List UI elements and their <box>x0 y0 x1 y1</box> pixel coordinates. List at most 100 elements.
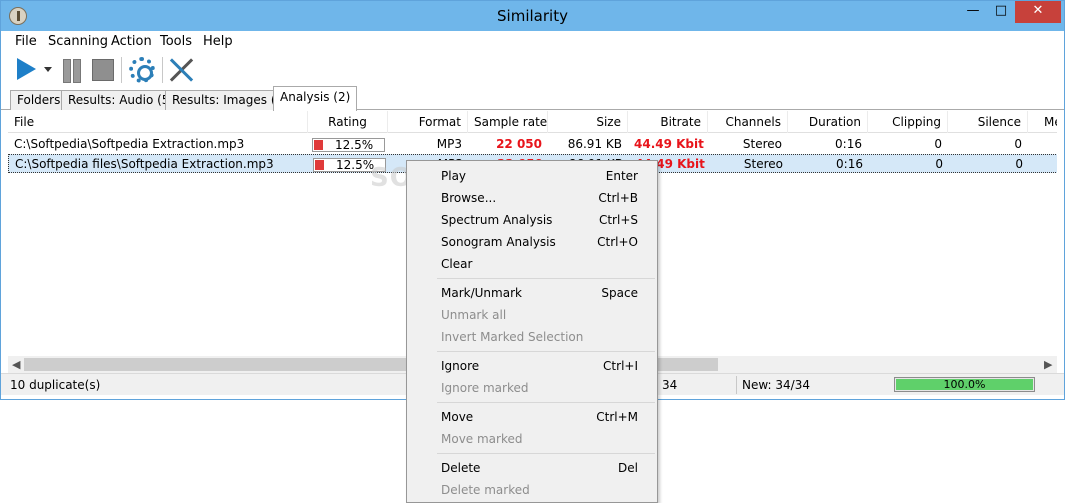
menu-bar: File Scanning Action Tools Help <box>1 31 1064 52</box>
context-menu-item-delete[interactable]: Delete Del <box>409 457 655 479</box>
context-menu-item-ignore-marked: Ignore marked <box>409 377 655 399</box>
column-header-size[interactable]: Size <box>548 111 628 133</box>
minimize-button[interactable]: — <box>959 1 987 23</box>
context-menu-item-play[interactable]: Play Enter <box>409 165 655 187</box>
menu-item-label: Invert Marked Selection <box>441 330 584 344</box>
context-menu-item-sonogram-analysis[interactable]: Sonogram Analysis Ctrl+O <box>409 231 655 253</box>
column-header-bitrate[interactable]: Bitrate <box>628 111 708 133</box>
menu-item-shortcut: Enter <box>605 169 638 183</box>
menu-item-label: Spectrum Analysis <box>441 213 553 227</box>
close-button[interactable]: ✕ <box>1015 1 1061 23</box>
cell-clipping: 0 <box>935 157 943 171</box>
table-header: File Rating Format Sample rate Size Bitr… <box>8 111 1057 133</box>
context-menu-item-unmark-all: Unmark all <box>409 304 655 326</box>
settings-gear-icon[interactable] <box>129 57 155 83</box>
cell-bitrate: 44.49 Kbit <box>634 137 704 151</box>
menu-item-shortcut: Ctrl+O <box>597 235 638 249</box>
rating-fill <box>314 140 323 150</box>
scroll-right-icon[interactable]: ▶ <box>1044 358 1052 371</box>
menu-item-label: Sonogram Analysis <box>441 235 556 249</box>
rating-value: 12.5% <box>336 158 375 172</box>
context-menu-item-mark-unmark[interactable]: Mark/Unmark Space <box>409 282 655 304</box>
menu-item-label: Move <box>441 410 474 424</box>
menu-separator <box>437 402 655 403</box>
menu-item-label: Delete <box>441 461 481 475</box>
column-header-silence[interactable]: Silence <box>948 111 1028 133</box>
menu-item-label: Move marked <box>441 432 523 446</box>
status-partial: 34 <box>662 378 678 392</box>
dropdown-arrow-icon[interactable] <box>44 67 52 72</box>
context-menu-item-move[interactable]: Move Ctrl+M <box>409 406 655 428</box>
menu-item-shortcut: Ctrl+M <box>596 410 638 424</box>
column-header-more[interactable]: Me <box>1038 111 1057 133</box>
tab-analysis[interactable]: Analysis (2) <box>273 86 358 111</box>
menu-file[interactable]: File <box>15 34 37 49</box>
context-menu: Play Enter Browse... Ctrl+B Spectrum Analysi… <box>406 160 658 503</box>
tab-strip: Folders Results: Audio (5) Results: Imag… <box>1 86 1064 111</box>
tab-results-audio[interactable]: Results: Audio (5) <box>61 90 182 110</box>
context-menu-item-ignore[interactable]: Ignore Ctrl+I <box>409 355 655 377</box>
window-title: Similarity <box>497 7 568 25</box>
column-header-duration[interactable]: Duration <box>788 111 868 133</box>
menu-separator <box>437 453 655 454</box>
menu-item-label: Play <box>441 169 467 183</box>
progress-label: 100.0% <box>943 378 986 391</box>
cell-duration: 0:16 <box>836 157 863 171</box>
menu-item-shortcut: Space <box>601 286 638 300</box>
table-row[interactable]: C:\Softpedia\Softpedia Extraction.mp3 12… <box>8 135 1057 154</box>
column-header-file[interactable]: File <box>8 111 308 133</box>
toolbar-separator <box>121 57 122 83</box>
cell-format: MP3 <box>436 137 462 151</box>
column-header-channels[interactable]: Channels <box>708 111 788 133</box>
cell-file: C:\Softpedia\Softpedia Extraction.mp3 <box>14 137 245 151</box>
rating-value: 12.5% <box>335 138 374 152</box>
menu-scanning[interactable]: Scanning <box>48 34 108 49</box>
cell-sample-rate: 22 050 <box>496 137 542 151</box>
cell-silence: 0 <box>1014 137 1022 151</box>
menu-help[interactable]: Help <box>203 34 233 49</box>
pause-icon[interactable] <box>63 59 81 83</box>
play-icon[interactable] <box>17 58 36 80</box>
cell-clipping: 0 <box>934 137 942 151</box>
cell-file: C:\Softpedia files\Softpedia Extraction.… <box>15 157 274 171</box>
menu-item-shortcut: Ctrl+B <box>598 191 638 205</box>
context-menu-item-delete-marked: Delete marked <box>409 479 655 501</box>
menu-item-shortcut: Del <box>618 461 638 475</box>
cell-silence: 0 <box>1015 157 1023 171</box>
context-menu-item-spectrum-analysis[interactable]: Spectrum Analysis Ctrl+S <box>409 209 655 231</box>
scroll-left-icon[interactable]: ◀ <box>12 358 20 371</box>
menu-item-shortcut: Ctrl+I <box>603 359 638 373</box>
new-count: New: 34/34 <box>742 378 810 392</box>
context-menu-item-clear[interactable]: Clear <box>409 253 655 275</box>
menu-tools[interactable]: Tools <box>160 34 192 49</box>
title-bar[interactable]: Similarity — □ ✕ <box>1 1 1064 31</box>
toolbar <box>1 52 1064 88</box>
menu-item-label: Mark/Unmark <box>441 286 522 300</box>
rating-bar: 12.5% <box>312 138 385 152</box>
context-menu-item-browse[interactable]: Browse... Ctrl+B <box>409 187 655 209</box>
context-menu-item-move-marked: Move marked <box>409 428 655 450</box>
menu-item-label: Clear <box>441 257 473 271</box>
tools-icon[interactable] <box>168 57 194 83</box>
cell-duration: 0:16 <box>835 137 862 151</box>
menu-item-label: Ignore marked <box>441 381 529 395</box>
maximize-button[interactable]: □ <box>987 1 1015 23</box>
menu-item-label: Unmark all <box>441 308 507 322</box>
column-header-sample-rate[interactable]: Sample rate <box>468 111 548 133</box>
menu-separator <box>437 278 655 279</box>
cell-size: 86.91 KB <box>567 137 622 151</box>
cell-channels: Stereo <box>742 137 782 151</box>
progress-bar: 100.0% <box>894 377 1035 392</box>
tab-folders[interactable]: Folders <box>10 90 68 110</box>
stop-icon[interactable] <box>92 59 114 81</box>
status-separator <box>736 376 737 394</box>
column-header-rating[interactable]: Rating <box>308 111 388 133</box>
menu-item-label: Ignore <box>441 359 480 373</box>
menu-separator <box>437 351 655 352</box>
menu-item-shortcut: Ctrl+S <box>598 213 638 227</box>
menu-action[interactable]: Action <box>111 34 152 49</box>
column-header-format[interactable]: Format <box>388 111 468 133</box>
cell-channels: Stereo <box>743 157 783 171</box>
column-header-clipping[interactable]: Clipping <box>868 111 948 133</box>
context-menu-item-invert-marked-selection: Invert Marked Selection <box>409 326 655 348</box>
